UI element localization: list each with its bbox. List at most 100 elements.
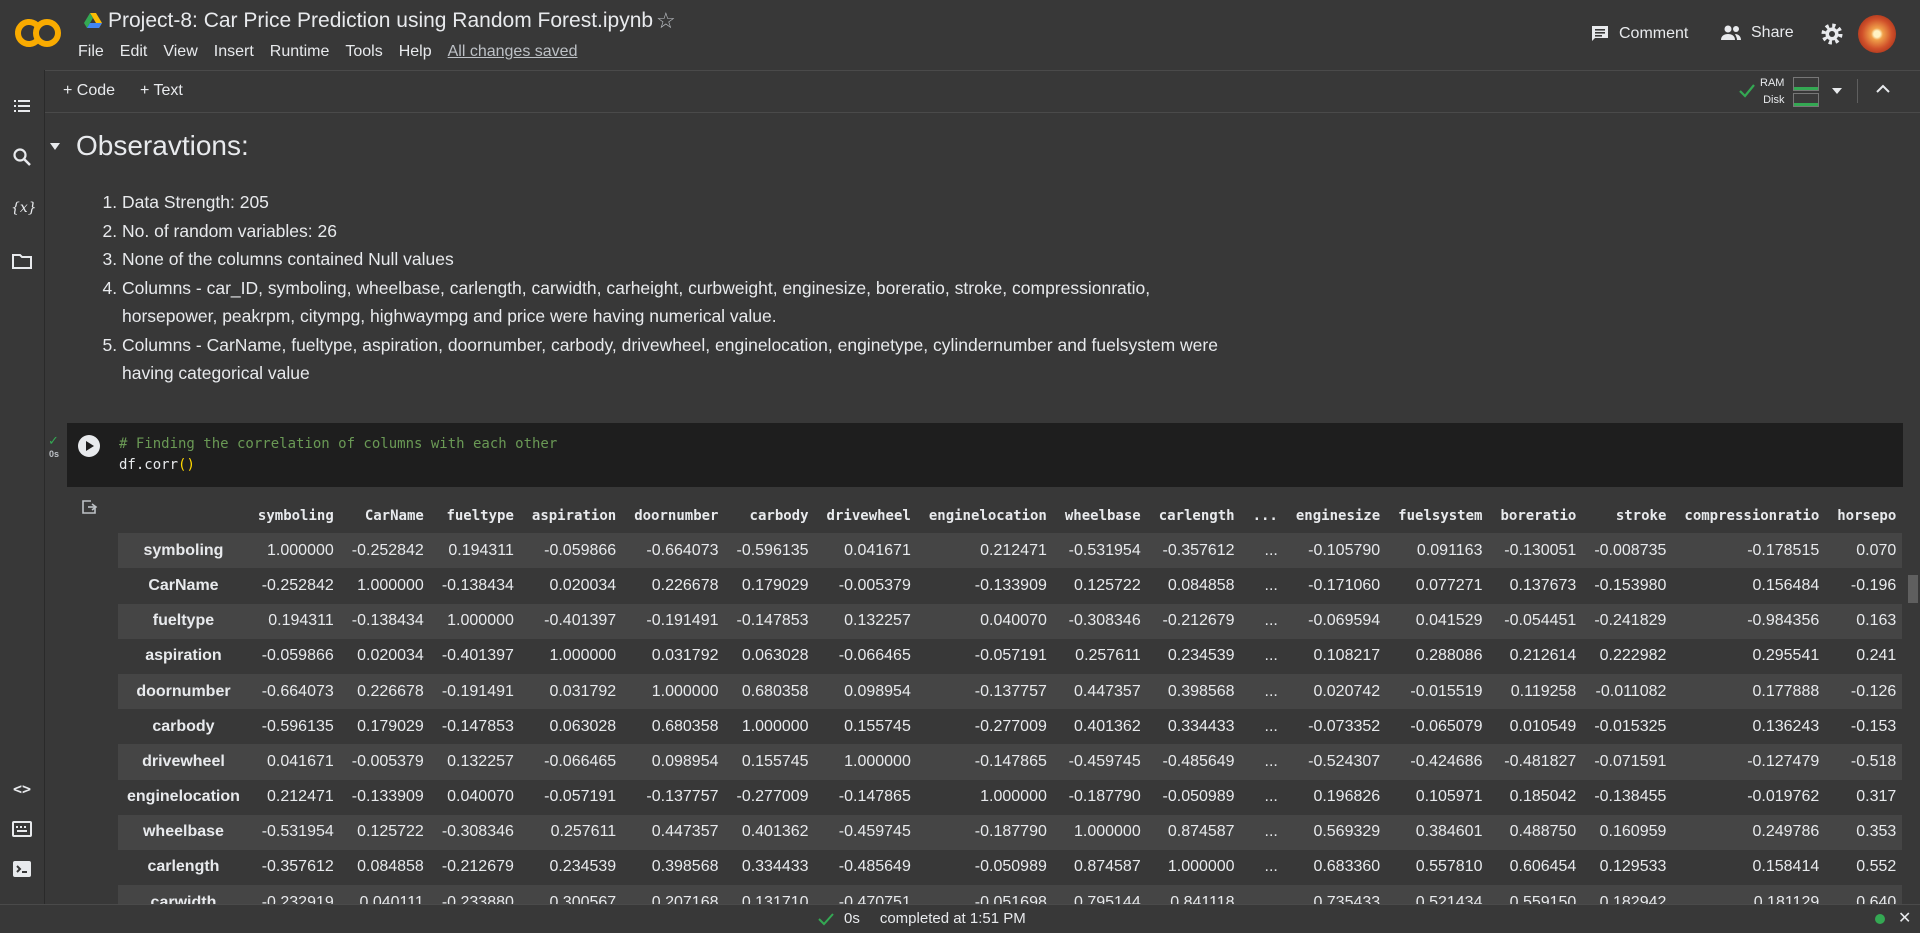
row-index: carlength: [147, 858, 220, 876]
menu-help[interactable]: Help: [399, 43, 432, 61]
execution-time: 0s: [49, 449, 60, 459]
variables-icon[interactable]: {x}: [11, 197, 37, 219]
comment-icon: [1592, 26, 1608, 41]
table-cell: -0.187790: [974, 823, 1047, 841]
user-avatar[interactable]: [1858, 15, 1896, 53]
files-folder-icon[interactable]: [11, 250, 33, 272]
table-cell: -0.057191: [544, 788, 617, 806]
table-cell: 1.000000: [1167, 858, 1235, 876]
table-cell: ...: [1264, 717, 1278, 735]
table-cell: 0.040111: [359, 893, 424, 904]
notebook-toolbar: + Code + Text RAM Disk: [45, 70, 1920, 113]
table-cell: 1.000000: [549, 647, 617, 665]
table-cell: -0.401397: [441, 647, 514, 665]
table-cell: 0.063028: [741, 647, 809, 665]
table-cell: -0.596135: [261, 717, 334, 735]
table-cell: ...: [1264, 612, 1278, 630]
table-cell: -0.196: [1850, 576, 1897, 594]
menu-edit[interactable]: Edit: [120, 43, 148, 61]
colab-logo[interactable]: [14, 14, 62, 52]
save-status-link[interactable]: All changes saved: [448, 43, 578, 61]
table-cell: 0.353: [1856, 823, 1897, 841]
table-cell: 0.179029: [357, 717, 424, 735]
table-cell: 0.257611: [1075, 647, 1141, 665]
table-cell: 0.212471: [267, 788, 334, 806]
table-cell: -0.065079: [1410, 717, 1483, 735]
output-actions-icon[interactable]: [82, 500, 98, 514]
table-cell: -0.073352: [1308, 717, 1381, 735]
table-cell: 0.108217: [1313, 647, 1381, 665]
table-cell: 0.398568: [651, 858, 719, 876]
column-header: symboling: [257, 507, 334, 524]
table-cell: 0.098954: [844, 682, 911, 700]
column-header: doornumber: [634, 507, 719, 524]
code-snippets-icon[interactable]: <>: [11, 778, 33, 800]
table-cell: 0.447357: [651, 823, 719, 841]
column-header: enginelocation: [928, 507, 1047, 524]
menu-tools[interactable]: Tools: [345, 43, 382, 61]
command-palette-icon[interactable]: [11, 818, 33, 840]
table-cell: 1.000000: [267, 541, 334, 559]
chevron-down-icon[interactable]: [1832, 88, 1842, 94]
google-drive-icon: [84, 13, 102, 28]
table-cell: -0.130051: [1504, 541, 1577, 559]
table-cell: ...: [1264, 752, 1278, 770]
table-cell: 1.000000: [1073, 823, 1141, 841]
menu-view[interactable]: View: [163, 43, 197, 61]
table-cell: 0.041529: [1415, 612, 1483, 630]
table-cell: 0.683360: [1313, 858, 1381, 876]
table-cell: 0.249786: [1752, 823, 1820, 841]
column-header: drivewheel: [826, 507, 911, 524]
table-cell: -0.485649: [1162, 752, 1235, 770]
table-cell: -0.308346: [441, 823, 514, 841]
list-item: None of the columns contained Null value…: [122, 245, 1222, 274]
collapse-section-icon[interactable]: [50, 143, 60, 150]
output-scrollbar[interactable]: [1908, 575, 1918, 603]
table-cell: -0.015325: [1594, 717, 1667, 735]
menu-file[interactable]: File: [78, 43, 104, 61]
table-cell: -0.357612: [1162, 541, 1235, 559]
table-cell: -0.051698: [974, 893, 1047, 904]
table-cell: -0.191491: [441, 682, 514, 700]
table-of-contents-icon[interactable]: [11, 95, 33, 117]
resource-monitor[interactable]: RAM Disk: [1760, 75, 1784, 109]
run-cell-button[interactable]: [78, 435, 100, 457]
column-header: stroke: [1615, 507, 1667, 524]
comment-button[interactable]: Comment: [1590, 24, 1688, 44]
markdown-heading: Obseravtions:: [76, 130, 249, 161]
table-cell: -0.424686: [1410, 752, 1483, 770]
table-cell: 1.000000: [357, 576, 424, 594]
table-cell: 0.212471: [980, 541, 1047, 559]
table-cell: -0.212679: [1162, 612, 1235, 630]
terminal-icon[interactable]: [11, 858, 33, 880]
table-cell: -0.137757: [646, 788, 719, 806]
collapse-header-icon[interactable]: [1876, 84, 1890, 94]
table-cell: -0.066465: [544, 752, 617, 770]
add-text-cell-button[interactable]: + Text: [140, 82, 183, 100]
gear-icon[interactable]: [1820, 22, 1844, 46]
table-cell: 0.040070: [447, 788, 514, 806]
add-code-cell-button[interactable]: + Code: [63, 82, 115, 100]
table-cell: -0.019762: [1747, 788, 1820, 806]
code-editor[interactable]: # Finding the correlation of columns wit…: [119, 434, 557, 476]
table-cell: 0.295541: [1752, 647, 1820, 665]
menu-runtime[interactable]: Runtime: [270, 43, 330, 61]
menu-insert[interactable]: Insert: [214, 43, 254, 61]
table-cell: 0.334433: [1167, 717, 1235, 735]
close-icon[interactable]: ✕: [1898, 908, 1911, 928]
table-cell: -0.459745: [1068, 752, 1141, 770]
disk-label: Disk: [1763, 94, 1785, 106]
table-cell: 0.488750: [1509, 823, 1577, 841]
table-cell: 0.384601: [1415, 823, 1483, 841]
table-cell: -0.485649: [838, 858, 911, 876]
execution-status[interactable]: 0s completed at 1:51 PM: [818, 910, 1026, 927]
table-cell: 0.401362: [1073, 717, 1141, 735]
table-cell: -0.050989: [974, 858, 1047, 876]
notebook-title[interactable]: Project-8: Car Price Prediction using Ra…: [108, 9, 653, 33]
table-cell: 0.132257: [844, 612, 911, 630]
search-icon[interactable]: [11, 146, 33, 168]
share-button[interactable]: Share: [1720, 24, 1794, 42]
table-cell: 0.795144: [1073, 893, 1141, 904]
star-icon[interactable]: ☆: [656, 8, 676, 34]
table-cell: -0.069594: [1308, 612, 1381, 630]
